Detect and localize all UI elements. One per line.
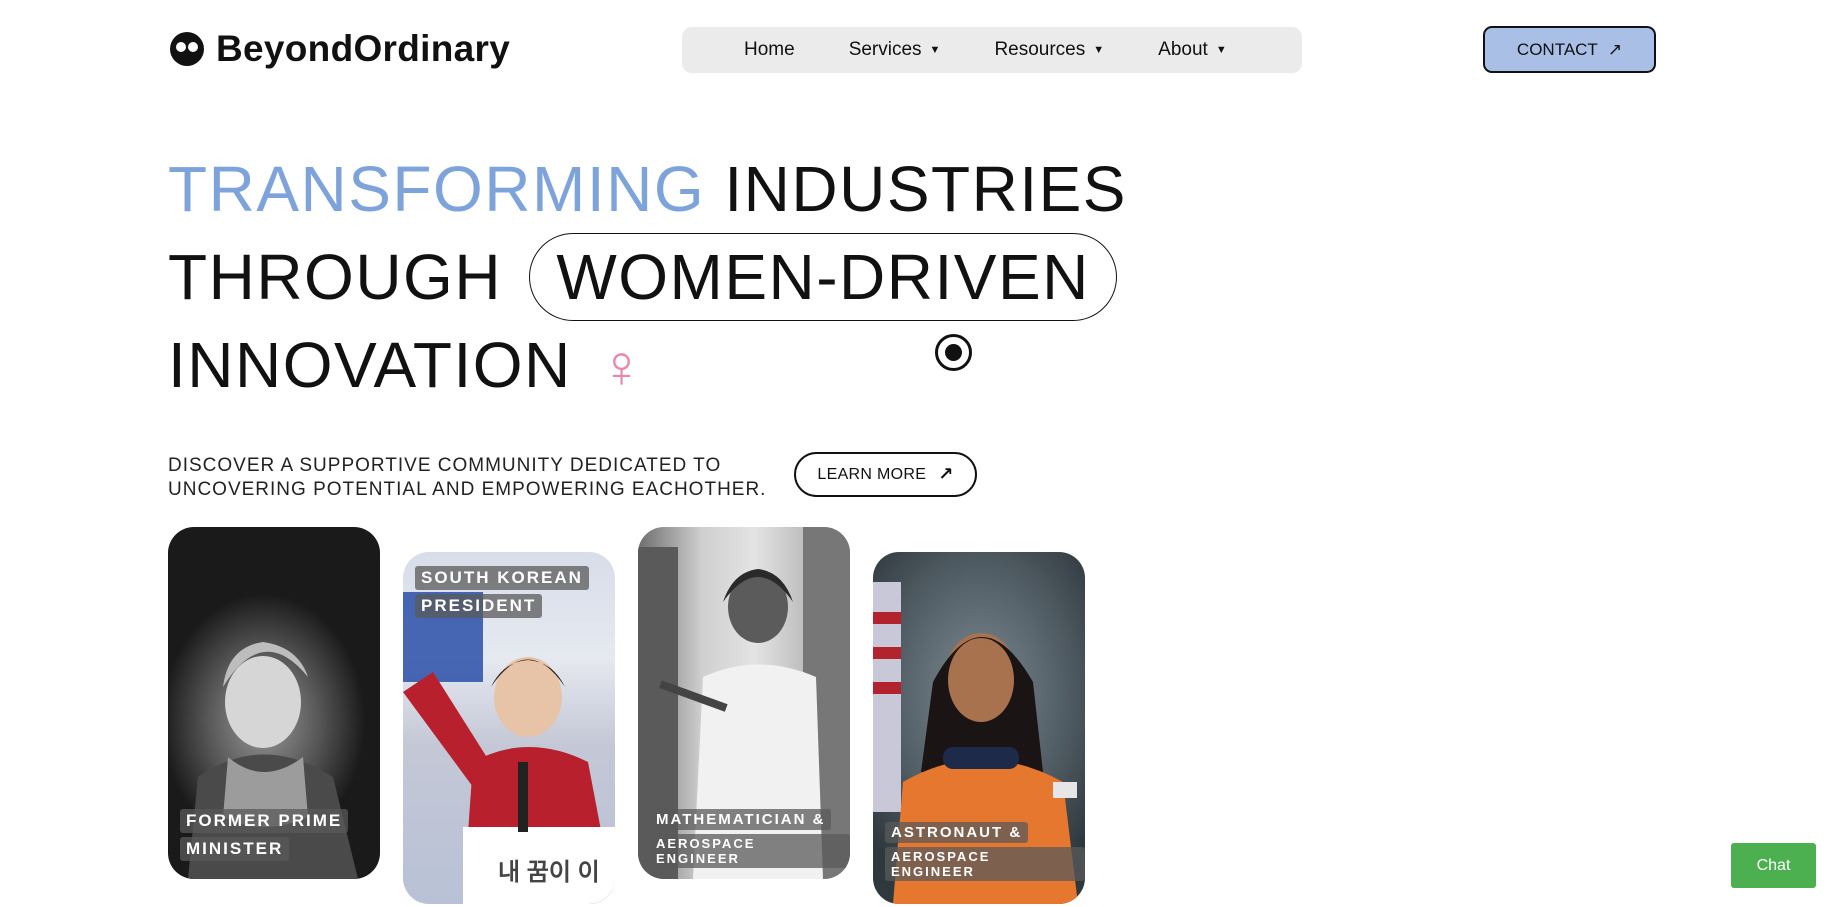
nav-resources[interactable]: Resources ▼	[994, 39, 1104, 61]
caption-line-1: MATHEMATICIAN &	[650, 809, 832, 830]
learn-more-label: LEARN MORE	[817, 465, 927, 483]
card-caption: MATHEMATICIAN & AEROSPACE ENGINEER	[650, 809, 850, 868]
contact-button[interactable]: CONTACT ↗	[1483, 26, 1656, 73]
nav-about[interactable]: About ▼	[1158, 39, 1227, 61]
contact-label: CONTACT	[1516, 39, 1598, 59]
profile-card-prime-minister[interactable]: FORMER PRIME MINISTER	[168, 527, 380, 879]
caption-line-2: AEROSPACE ENGINEER	[885, 847, 1085, 881]
caption-line-1: SOUTH KOREAN	[415, 566, 589, 590]
venus-icon: ♀	[599, 333, 646, 400]
caret-down-icon: ▼	[1215, 44, 1227, 56]
arrow-up-right-icon: ↗	[1607, 39, 1623, 59]
sign-text: 내 꿈이 이	[498, 859, 600, 886]
hero-line1-rest: INDUSTRIES	[724, 153, 1127, 225]
profile-card-president[interactable]: SOUTH KOREAN PRESIDENT 내 꿈이 이	[403, 552, 615, 904]
caption-line-1: FORMER PRIME	[180, 809, 349, 833]
radio-target-icon	[935, 334, 972, 371]
nav-services[interactable]: Services ▼	[849, 39, 941, 61]
profile-card-astronaut[interactable]: ASTRONAUT & AEROSPACE ENGINEER	[873, 552, 1085, 904]
hero-line-3: INNOVATION ♀	[168, 321, 1127, 411]
tagline: DISCOVER A SUPPORTIVE COMMUNITY DEDICATE…	[168, 454, 768, 502]
caret-down-icon: ▼	[929, 44, 941, 56]
nav-about-label: About	[1158, 39, 1208, 60]
caption-line-2: AEROSPACE ENGINEER	[650, 834, 850, 868]
logo[interactable]: BeyondOrdinary	[170, 28, 510, 70]
tagline-line-1: DISCOVER A SUPPORTIVE COMMUNITY DEDICATE…	[168, 455, 722, 476]
main-nav: Home Services ▼ Resources ▼ About ▼	[682, 27, 1302, 73]
nav-home-label: Home	[744, 39, 795, 60]
caret-down-icon: ▼	[1093, 44, 1105, 56]
chat-label: Chat	[1756, 856, 1791, 874]
logo-text: BeyondOrdinary	[216, 28, 511, 69]
nav-resources-label: Resources	[994, 39, 1086, 60]
arrow-up-right-icon: ↗	[938, 464, 954, 484]
hero-line-2: THROUGH WOMEN-DRIVEN	[168, 233, 1127, 321]
nav-services-label: Services	[848, 39, 922, 60]
card-caption: SOUTH KOREAN PRESIDENT	[415, 566, 589, 618]
hero-line2-start: THROUGH	[168, 241, 503, 313]
caption-line-1: ASTRONAUT &	[885, 822, 1029, 843]
hero-accent-word: TRANSFORMING	[168, 153, 706, 225]
chat-button[interactable]: Chat	[1731, 843, 1816, 888]
hero-line3: INNOVATION	[168, 329, 572, 401]
nav-home[interactable]: Home	[744, 39, 795, 61]
hero-headline: TRANSFORMING INDUSTRIES THROUGH WOMEN-DR…	[168, 145, 1127, 411]
card-caption: ASTRONAUT & AEROSPACE ENGINEER	[885, 822, 1085, 881]
caption-line-2: PRESIDENT	[415, 594, 543, 618]
learn-more-button[interactable]: LEARN MORE ↗	[794, 452, 977, 497]
card-caption: FORMER PRIME MINISTER	[180, 809, 349, 861]
tagline-line-2: UNCOVERING POTENTIAL AND EMPOWERING EACH…	[168, 479, 767, 500]
hero-line-1: TRANSFORMING INDUSTRIES	[168, 145, 1127, 233]
profile-card-mathematician[interactable]: MATHEMATICIAN & AEROSPACE ENGINEER	[638, 527, 850, 879]
caption-line-2: MINISTER	[180, 837, 290, 861]
logo-eyes-icon	[170, 32, 204, 66]
hero-pill-word: WOMEN-DRIVEN	[529, 233, 1117, 321]
